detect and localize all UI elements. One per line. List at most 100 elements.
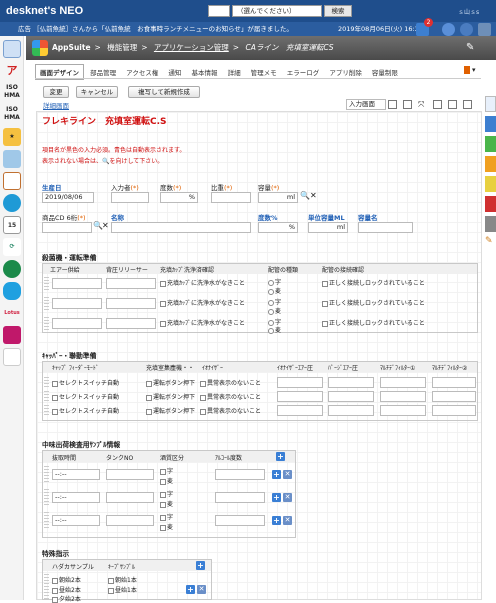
time-input[interactable]: --:-- — [52, 492, 100, 503]
search-button[interactable]: 検索 — [324, 5, 352, 17]
add-row-button[interactable]: + — [196, 561, 205, 570]
row-grip[interactable] — [44, 297, 49, 311]
keep-sample-check[interactable]: 昼始1本 — [108, 585, 137, 594]
date-input[interactable]: 2019/08/06 — [42, 192, 94, 203]
iso-hma2-icon[interactable]: ISO HMA — [3, 106, 21, 124]
add-row-button[interactable]: + — [272, 470, 281, 479]
connect-check[interactable]: 正しく接続しロックされていること — [322, 278, 425, 287]
clear-icon[interactable]: ✕ — [310, 191, 317, 200]
copy-new-button[interactable]: 複写して新規作成 — [128, 86, 200, 98]
add-row-button[interactable]: + — [272, 493, 281, 502]
delete-row-button[interactable]: ✕ — [283, 516, 292, 525]
run-button-check[interactable]: 運転ボタン押下 — [146, 392, 195, 401]
view-select[interactable]: 入力画面 — [346, 99, 386, 110]
run-button-check[interactable]: 運転ボタン押下 — [146, 406, 195, 415]
copy-icon[interactable] — [403, 100, 412, 109]
abnormal-check[interactable]: 異常表示のないこと — [200, 378, 261, 387]
crumb-function[interactable]: 機能管理 — [107, 43, 137, 52]
expand-icon[interactable]: ⤧ — [418, 100, 427, 109]
filter1-input[interactable] — [380, 377, 426, 388]
select-auto-check[interactable]: セレクトスイッチ自動 — [52, 406, 119, 415]
code-input[interactable] — [42, 222, 92, 233]
air-input[interactable] — [52, 318, 102, 329]
hex-icon[interactable] — [3, 326, 21, 344]
keep-sample-check[interactable]: 朝始1本 — [108, 575, 137, 584]
wrench-icon[interactable]: ✎ — [466, 42, 478, 54]
time-input[interactable]: --:-- — [52, 469, 100, 480]
cancel-button[interactable]: キャンセル — [76, 86, 118, 98]
filter2-input[interactable] — [432, 377, 476, 388]
tank-input[interactable] — [106, 492, 154, 503]
grid-icon[interactable] — [433, 100, 442, 109]
name-input[interactable] — [111, 222, 251, 233]
pencil-icon[interactable]: ✎ — [485, 236, 496, 252]
degree-input[interactable]: % — [160, 192, 198, 203]
alcohol-input[interactable] — [215, 515, 265, 526]
operator-input[interactable] — [111, 192, 149, 203]
notice-text[interactable]: 広告 ［仏前魚統］さんから「仏前魚統 お食事時ランチメニューのお知らせ」が届きま… — [18, 22, 293, 36]
tank-input[interactable] — [106, 515, 154, 526]
connect-check[interactable]: 正しく接続しロックされていること — [322, 318, 425, 327]
row-grip[interactable] — [44, 512, 49, 530]
type-check-1[interactable]: 字 — [160, 512, 173, 521]
release-input[interactable] — [106, 278, 156, 289]
add-row-button[interactable]: + — [186, 585, 195, 594]
type-check-2[interactable]: 麦 — [160, 499, 173, 508]
tab-access[interactable]: アクセス権 — [122, 65, 162, 79]
tab-overflow-icon[interactable] — [464, 66, 470, 74]
chat-icon[interactable] — [442, 23, 455, 36]
air-input[interactable] — [52, 298, 102, 309]
pipe-radio-2[interactable]: 麦 — [268, 325, 281, 334]
row-grip[interactable] — [44, 317, 49, 331]
group-select[interactable]: （選んでください） — [232, 5, 322, 17]
cup-check[interactable]: 充填ｶｯﾌﾟに洗浄水がなきこと — [160, 298, 245, 307]
crumb-appsuite[interactable]: AppSuite — [52, 43, 91, 52]
release-input[interactable] — [106, 318, 156, 329]
naked-sample-check[interactable]: 朝始2本 — [52, 575, 81, 584]
delete-row-button[interactable]: ✕ — [283, 493, 292, 502]
iso-hma-icon[interactable]: ISO HMA — [3, 84, 21, 102]
star-icon[interactable]: ★ — [3, 128, 21, 146]
degree-pct-input[interactable]: % — [258, 222, 298, 233]
ratio-input[interactable] — [211, 192, 251, 203]
pipe-radio-1[interactable]: 字 — [268, 297, 281, 306]
tank-input[interactable] — [106, 469, 154, 480]
release-input[interactable] — [106, 298, 156, 309]
tab-parts[interactable]: 部品管理 — [86, 65, 120, 79]
unit-ml-input[interactable]: ml — [308, 222, 348, 233]
row-grip[interactable] — [44, 489, 49, 507]
connect-check[interactable]: 正しく接続しロックされていること — [322, 298, 425, 307]
save-icon[interactable] — [388, 100, 397, 109]
row-grip[interactable] — [44, 277, 49, 291]
cup-check[interactable]: 充填ｶｯﾌﾟに洗浄水がなきこと — [160, 278, 245, 287]
capacity-name-input[interactable] — [358, 222, 413, 233]
type-check-1[interactable]: 字 — [160, 489, 173, 498]
change-button[interactable]: 変更 — [43, 86, 69, 98]
delete-row-button[interactable]: ✕ — [197, 585, 206, 594]
salesforce-icon[interactable] — [3, 282, 21, 300]
cloud-icon[interactable] — [3, 194, 21, 212]
tab-errorlog[interactable]: エラーログ — [283, 65, 324, 79]
calendar-icon[interactable]: 15 — [3, 216, 21, 234]
crumb-appmgmt[interactable]: アプリケーション管理 — [154, 43, 229, 52]
chevron-down-icon[interactable]: ▾ — [472, 66, 476, 74]
tab-memo[interactable]: 管理メモ — [247, 65, 281, 79]
naked-sample-check[interactable]: 昼始2本 — [52, 585, 81, 594]
capacity-input[interactable]: ml — [258, 192, 298, 203]
menu-icon[interactable] — [478, 23, 491, 36]
pipe-radio-2[interactable]: 麦 — [268, 286, 281, 295]
type-check-2[interactable]: 麦 — [160, 476, 173, 485]
add-row-button[interactable]: + — [276, 452, 285, 461]
add-row-button[interactable]: + — [272, 516, 281, 525]
search-icon[interactable]: 🔍 — [300, 191, 310, 200]
row-grip[interactable] — [44, 574, 49, 600]
delete-row-button[interactable]: ✕ — [283, 470, 292, 479]
row-grip[interactable] — [44, 391, 49, 401]
naked-sample-check[interactable]: 夕始2本 — [52, 594, 81, 603]
type-check-2[interactable]: 麦 — [160, 522, 173, 531]
abnormal-check[interactable]: 異常表示のないこと — [200, 406, 261, 415]
purge-air-input[interactable] — [328, 377, 374, 388]
row-grip[interactable] — [44, 377, 49, 387]
select-auto-check[interactable]: セレクトスイッチ自動 — [52, 392, 119, 401]
row-grip[interactable] — [44, 405, 49, 415]
